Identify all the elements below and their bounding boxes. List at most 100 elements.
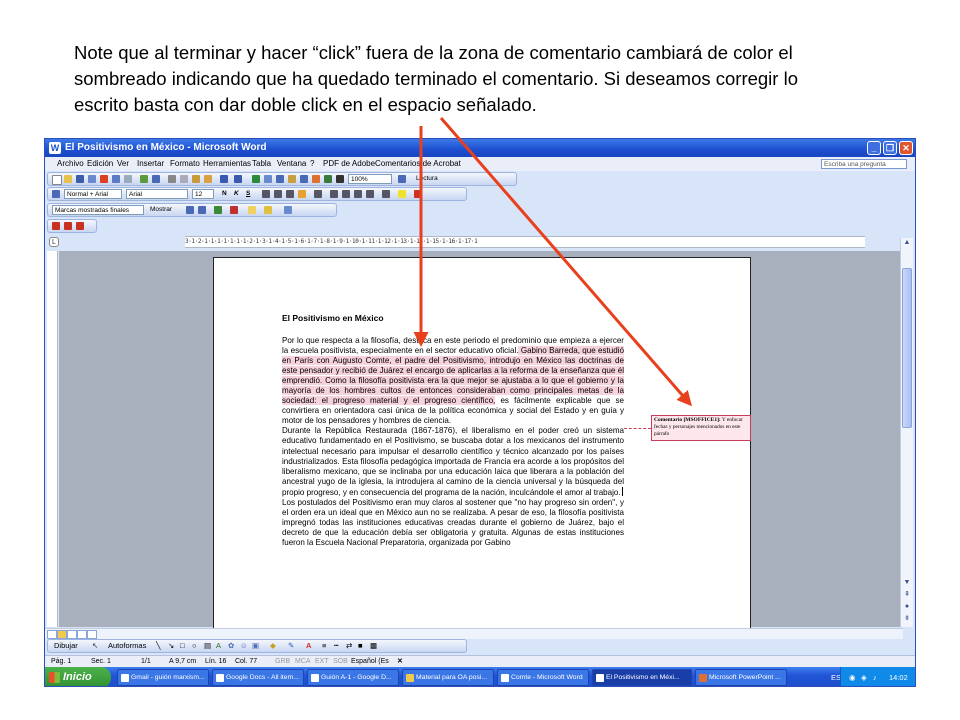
scroll-up-icon[interactable]: ▲ — [902, 238, 912, 248]
horizontal-scrollbar[interactable] — [45, 628, 903, 639]
textbox-icon[interactable]: ▤ — [204, 640, 211, 652]
zoom-combo[interactable]: 100% — [348, 174, 392, 184]
spelling-icon[interactable] — [140, 175, 148, 183]
dash-style-icon[interactable]: ┅ — [334, 640, 339, 652]
pdf-email-icon[interactable] — [64, 222, 72, 230]
task-positivismo-word[interactable]: El Positivismo en Méxi... — [592, 669, 692, 686]
arrow-style-icon[interactable]: ⇄ — [346, 640, 352, 652]
rectangle-icon[interactable]: □ — [180, 640, 185, 652]
menu-ventana[interactable]: Ventana — [277, 157, 306, 171]
line-icon[interactable]: ╲ — [156, 640, 161, 652]
vertical-ruler[interactable] — [47, 251, 58, 627]
menu-archivo[interactable]: Archivo — [57, 157, 84, 171]
italic-button[interactable]: K — [232, 189, 242, 199]
scroll-down-icon[interactable]: ▼ — [902, 578, 912, 588]
tables-borders-icon[interactable] — [264, 175, 272, 183]
pdf-review-icon[interactable] — [76, 222, 84, 230]
task-google-docs[interactable]: Google Docs - All item... — [212, 669, 304, 686]
select-objects-icon[interactable]: ↖ — [92, 640, 98, 652]
copy-icon[interactable] — [180, 175, 188, 183]
task-guion[interactable]: Guión A-1 - Google D... — [307, 669, 399, 686]
next-change-icon[interactable] — [198, 206, 206, 214]
oval-icon[interactable]: ○ — [192, 640, 197, 652]
borders-icon[interactable] — [382, 190, 390, 198]
menu-ver[interactable]: Ver — [117, 157, 129, 171]
read-button[interactable]: Lectura — [414, 174, 456, 184]
insert-excel-icon[interactable] — [288, 175, 296, 183]
picture-icon[interactable]: ▣ — [252, 640, 259, 652]
line-style-icon[interactable]: ≡ — [322, 640, 326, 652]
maximize-button[interactable]: ❐ — [883, 141, 897, 155]
web-view-icon[interactable] — [57, 630, 67, 639]
research-icon[interactable] — [152, 175, 160, 183]
hyperlink-icon[interactable] — [252, 175, 260, 183]
format-painter-icon[interactable] — [204, 175, 212, 183]
fill-color-icon[interactable]: ◆ — [270, 640, 276, 652]
new-comment-icon[interactable] — [248, 206, 256, 214]
wordart-icon[interactable]: A — [216, 640, 221, 652]
increase-indent-icon[interactable] — [366, 190, 374, 198]
track-changes-icon[interactable] — [264, 206, 272, 214]
vertical-scrollbar[interactable]: ▲ ▼ ⇞ ● ⇟ — [900, 238, 913, 627]
decrease-indent-icon[interactable] — [354, 190, 362, 198]
previous-page-icon[interactable]: ⇞ — [902, 590, 912, 600]
reading-view-icon[interactable] — [87, 630, 97, 639]
task-powerpoint[interactable]: Microsoft PowerPoint ... — [695, 669, 787, 686]
browse-object-icon[interactable]: ● — [902, 602, 912, 612]
redo-icon[interactable] — [234, 175, 242, 183]
insert-table-icon[interactable] — [276, 175, 284, 183]
print-view-icon[interactable] — [67, 630, 77, 639]
font-color-icon[interactable] — [414, 190, 422, 198]
paste-icon[interactable] — [192, 175, 200, 183]
menu-acrobat-comments[interactable]: Comentarios de Acrobat — [375, 157, 461, 171]
3d-icon[interactable]: ▩ — [370, 640, 377, 652]
font-combo[interactable]: Arial — [126, 189, 188, 199]
new-icon[interactable] — [52, 175, 62, 185]
autoshapes-menu[interactable]: Autoformas — [108, 640, 146, 652]
permission-icon[interactable] — [88, 175, 96, 183]
bold-button[interactable]: N — [220, 189, 230, 199]
styles-icon[interactable] — [52, 190, 60, 198]
scroll-thumb[interactable] — [902, 268, 912, 428]
shadow-icon[interactable]: ■ — [358, 640, 363, 652]
menu-pdf-adobe[interactable]: PDF de Adobe — [323, 157, 375, 171]
menu-formato[interactable]: Formato — [170, 157, 200, 171]
draw-font-color-icon[interactable]: A — [306, 640, 311, 652]
cut-icon[interactable] — [168, 175, 176, 183]
markup-display-combo[interactable]: Marcas mostradas finales — [52, 205, 144, 215]
arrow-icon[interactable]: ↘ — [168, 640, 174, 652]
normal-view-icon[interactable] — [47, 630, 57, 639]
menu-help[interactable]: ? — [310, 157, 314, 171]
align-right-icon[interactable] — [286, 190, 294, 198]
show-button[interactable]: Mostrar — [148, 205, 182, 215]
tab-selector[interactable]: L — [49, 237, 59, 247]
task-material-folder[interactable]: Material para OA posi... — [402, 669, 494, 686]
minimize-button[interactable]: _ — [867, 141, 881, 155]
tray-shield-icon[interactable]: ◉ — [849, 667, 856, 686]
task-gmail[interactable]: Gmail - guión marxism... — [117, 669, 209, 686]
menu-insertar[interactable]: Insertar — [137, 157, 164, 171]
menu-herramientas[interactable]: Herramientas — [203, 157, 251, 171]
undo-icon[interactable] — [220, 175, 228, 183]
bullets-icon[interactable] — [342, 190, 350, 198]
save-icon[interactable] — [76, 175, 84, 183]
comment-balloon[interactable]: Comentario [MSOFFICE1]: Y enfocar fechas… — [651, 415, 751, 441]
help-icon[interactable] — [398, 175, 406, 183]
clipart-icon[interactable]: ☺ — [240, 640, 248, 652]
document-map-icon[interactable] — [324, 175, 332, 183]
show-hide-icon[interactable] — [336, 175, 344, 183]
clock[interactable]: 14:02 — [889, 667, 908, 686]
drawing-icon[interactable] — [312, 175, 320, 183]
print-icon[interactable] — [112, 175, 120, 183]
ask-question-input[interactable]: Escriba una pregunta — [821, 159, 907, 169]
email-icon[interactable] — [100, 175, 108, 183]
menu-tabla[interactable]: Tabla — [252, 157, 271, 171]
draw-menu[interactable]: Dibujar — [54, 640, 78, 652]
close-button[interactable]: ✕ — [899, 141, 913, 155]
outline-view-icon[interactable] — [77, 630, 87, 639]
style-combo[interactable]: Normal + Arial — [64, 189, 122, 199]
horizontal-ruler[interactable]: 3·1·2·1·1·1·1·1·1·1·2·1·3·1·4·1·5·1·6·1·… — [185, 236, 865, 248]
columns-icon[interactable] — [300, 175, 308, 183]
justify-icon[interactable] — [298, 190, 306, 198]
accept-change-icon[interactable] — [214, 206, 222, 214]
